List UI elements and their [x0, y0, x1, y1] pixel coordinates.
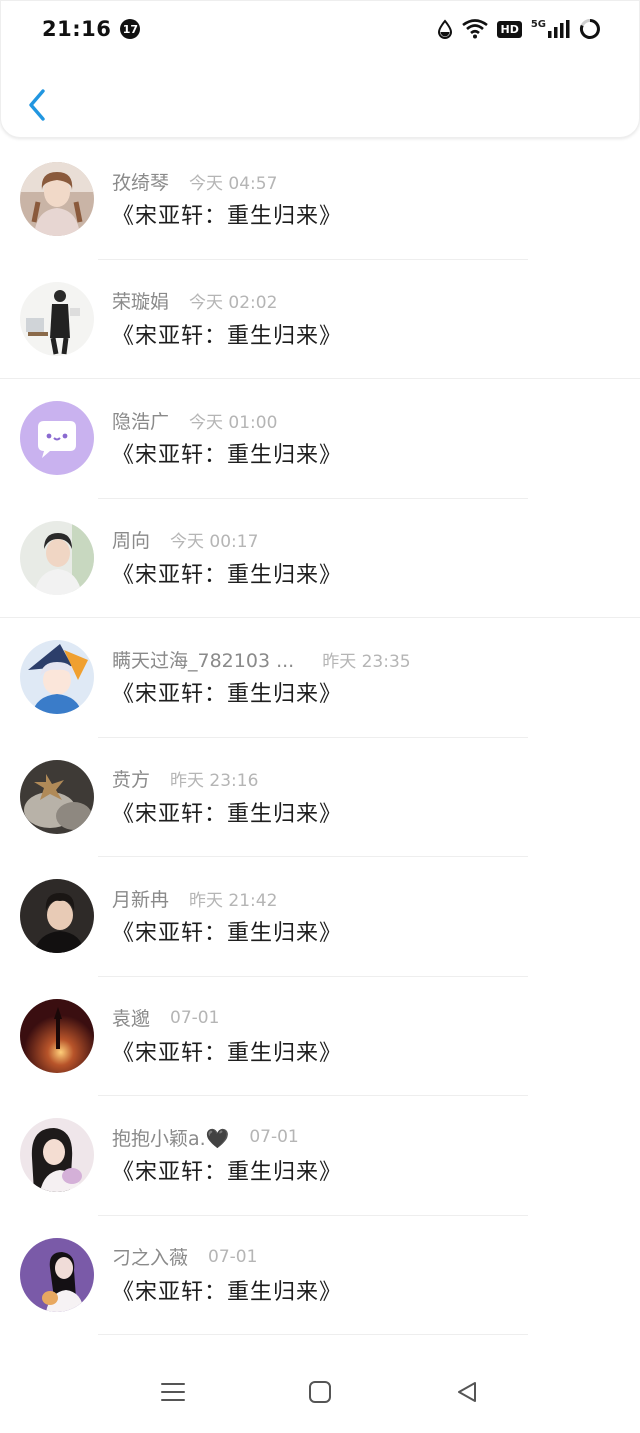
sender-name: 荣璇娟: [112, 291, 170, 313]
chevron-left-icon: [29, 89, 45, 121]
sender-name: 抱抱小颖a.🖤: [112, 1127, 230, 1150]
avatar: [20, 162, 94, 236]
message-row[interactable]: 抱抱小颖a.🖤 07-01 《宋亚轩：重生归来》: [0, 1096, 640, 1216]
message-content: 《宋亚轩：重生归来》: [112, 1279, 343, 1305]
message-list: 孜绮琴 今天 04:57 《宋亚轩：重生归来》 荣璇娟 今天 02:02 《宋亚…: [0, 140, 640, 1335]
menu-lines-icon: [161, 1382, 186, 1401]
avatar: [20, 759, 94, 834]
message-meta: 袁邈 07-01: [112, 1005, 219, 1031]
message-meta: 刁之入薇 07-01: [112, 1244, 257, 1270]
message-time: 07-01: [249, 1127, 299, 1147]
message-time: 今天 02:02: [189, 293, 278, 313]
top-app-bar: 21:16 17 HD 5G: [0, 0, 640, 138]
message-row[interactable]: 贲方 昨天 23:16 《宋亚轩：重生归来》: [0, 738, 640, 857]
status-bar: 21:16 17 HD 5G: [1, 1, 640, 57]
battery-ring-icon: [579, 18, 601, 40]
message-meta: 荣璇娟 今天 02:02: [112, 288, 277, 314]
sender-name: 瞒天过海_782103 ...: [112, 649, 295, 672]
system-navigation-bar: [0, 1350, 640, 1433]
message-time: 07-01: [170, 1007, 220, 1028]
hd-network-icon: HD: [497, 20, 522, 38]
sender-name: 周向: [112, 530, 151, 552]
signal-5g-icon: 5G: [531, 20, 570, 38]
recent-apps-button[interactable]: [151, 1370, 195, 1414]
notification-count-badge: 17: [120, 19, 141, 39]
back-button[interactable]: [19, 81, 55, 129]
message-row[interactable]: 袁邈 07-01 《宋亚轩：重生归来》: [0, 977, 640, 1096]
message-meta: 隐浩广 今天 01:00: [112, 407, 277, 433]
message-row[interactable]: 刁之入薇 07-01 《宋亚轩：重生归来》: [0, 1216, 640, 1335]
message-row[interactable]: 周向 今天 00:17 《宋亚轩：重生归来》: [0, 499, 640, 618]
avatar: [20, 281, 94, 356]
sender-name: 月新冉: [112, 888, 170, 911]
message-content: 《宋亚轩：重生归来》: [112, 921, 343, 946]
sender-name: 孜绮琴: [112, 171, 170, 194]
message-time: 07-01: [208, 1246, 258, 1267]
message-meta: 月新冉 昨天 21:42: [112, 885, 277, 911]
avatar: [20, 998, 94, 1073]
message-time: 今天 01:00: [189, 412, 278, 433]
water-drop-icon: [437, 19, 453, 39]
message-row[interactable]: 月新冉 昨天 21:42 《宋亚轩：重生归来》: [0, 857, 640, 977]
sender-name: 隐浩广: [112, 410, 170, 433]
message-time: 昨天 23:35: [322, 651, 411, 672]
avatar: [20, 1237, 94, 1312]
sender-name: 袁邈: [112, 1008, 151, 1030]
message-content: 《宋亚轩：重生归来》: [112, 682, 343, 707]
square-icon: [308, 1380, 331, 1403]
sender-name: 刁之入薇: [112, 1247, 189, 1269]
message-row[interactable]: 孜绮琴 今天 04:57 《宋亚轩：重生归来》: [0, 140, 640, 260]
message-row[interactable]: 隐浩广 今天 01:00 《宋亚轩：重生归来》: [0, 379, 640, 499]
message-content: 《宋亚轩：重生归来》: [112, 562, 343, 588]
message-content: 《宋亚轩：重生归来》: [112, 204, 343, 229]
message-content: 《宋亚轩：重生归来》: [112, 801, 343, 827]
avatar: [20, 520, 94, 595]
signal-5g-label: 5G: [530, 19, 546, 30]
divider: [98, 1334, 528, 1335]
status-time: 21:16: [42, 17, 112, 41]
message-time: 今天 04:57: [189, 173, 278, 194]
message-content: 《宋亚轩：重生归来》: [112, 323, 343, 349]
sender-name: 贲方: [112, 769, 151, 791]
back-nav-button[interactable]: [445, 1370, 489, 1414]
avatar: [20, 1118, 94, 1192]
message-content: 《宋亚轩：重生归来》: [112, 1160, 343, 1185]
message-time: 昨天 23:16: [170, 771, 259, 791]
home-button[interactable]: [298, 1370, 342, 1414]
message-content: 《宋亚轩：重生归来》: [112, 443, 343, 468]
message-time: 今天 00:17: [170, 532, 259, 552]
message-time: 昨天 21:42: [189, 890, 278, 911]
message-meta: 孜绮琴 今天 04:57: [112, 168, 277, 194]
message-content: 《宋亚轩：重生归来》: [112, 1040, 343, 1066]
message-row[interactable]: 瞒天过海_782103 ... 昨天 23:35 《宋亚轩：重生归来》: [0, 618, 640, 738]
avatar: [20, 401, 94, 475]
wifi-icon: [462, 19, 489, 39]
triangle-back-icon: [457, 1381, 476, 1402]
message-row[interactable]: 荣璇娟 今天 02:02 《宋亚轩：重生归来》: [0, 260, 640, 379]
status-icons: HD 5G: [437, 18, 601, 40]
message-meta: 抱抱小颖a.🖤 07-01: [112, 1124, 299, 1150]
avatar: [20, 640, 94, 714]
message-meta: 周向 今天 00:17: [112, 527, 258, 553]
message-meta: 瞒天过海_782103 ... 昨天 23:35: [112, 646, 411, 672]
avatar: [20, 879, 94, 953]
message-meta: 贲方 昨天 23:16: [112, 766, 258, 792]
